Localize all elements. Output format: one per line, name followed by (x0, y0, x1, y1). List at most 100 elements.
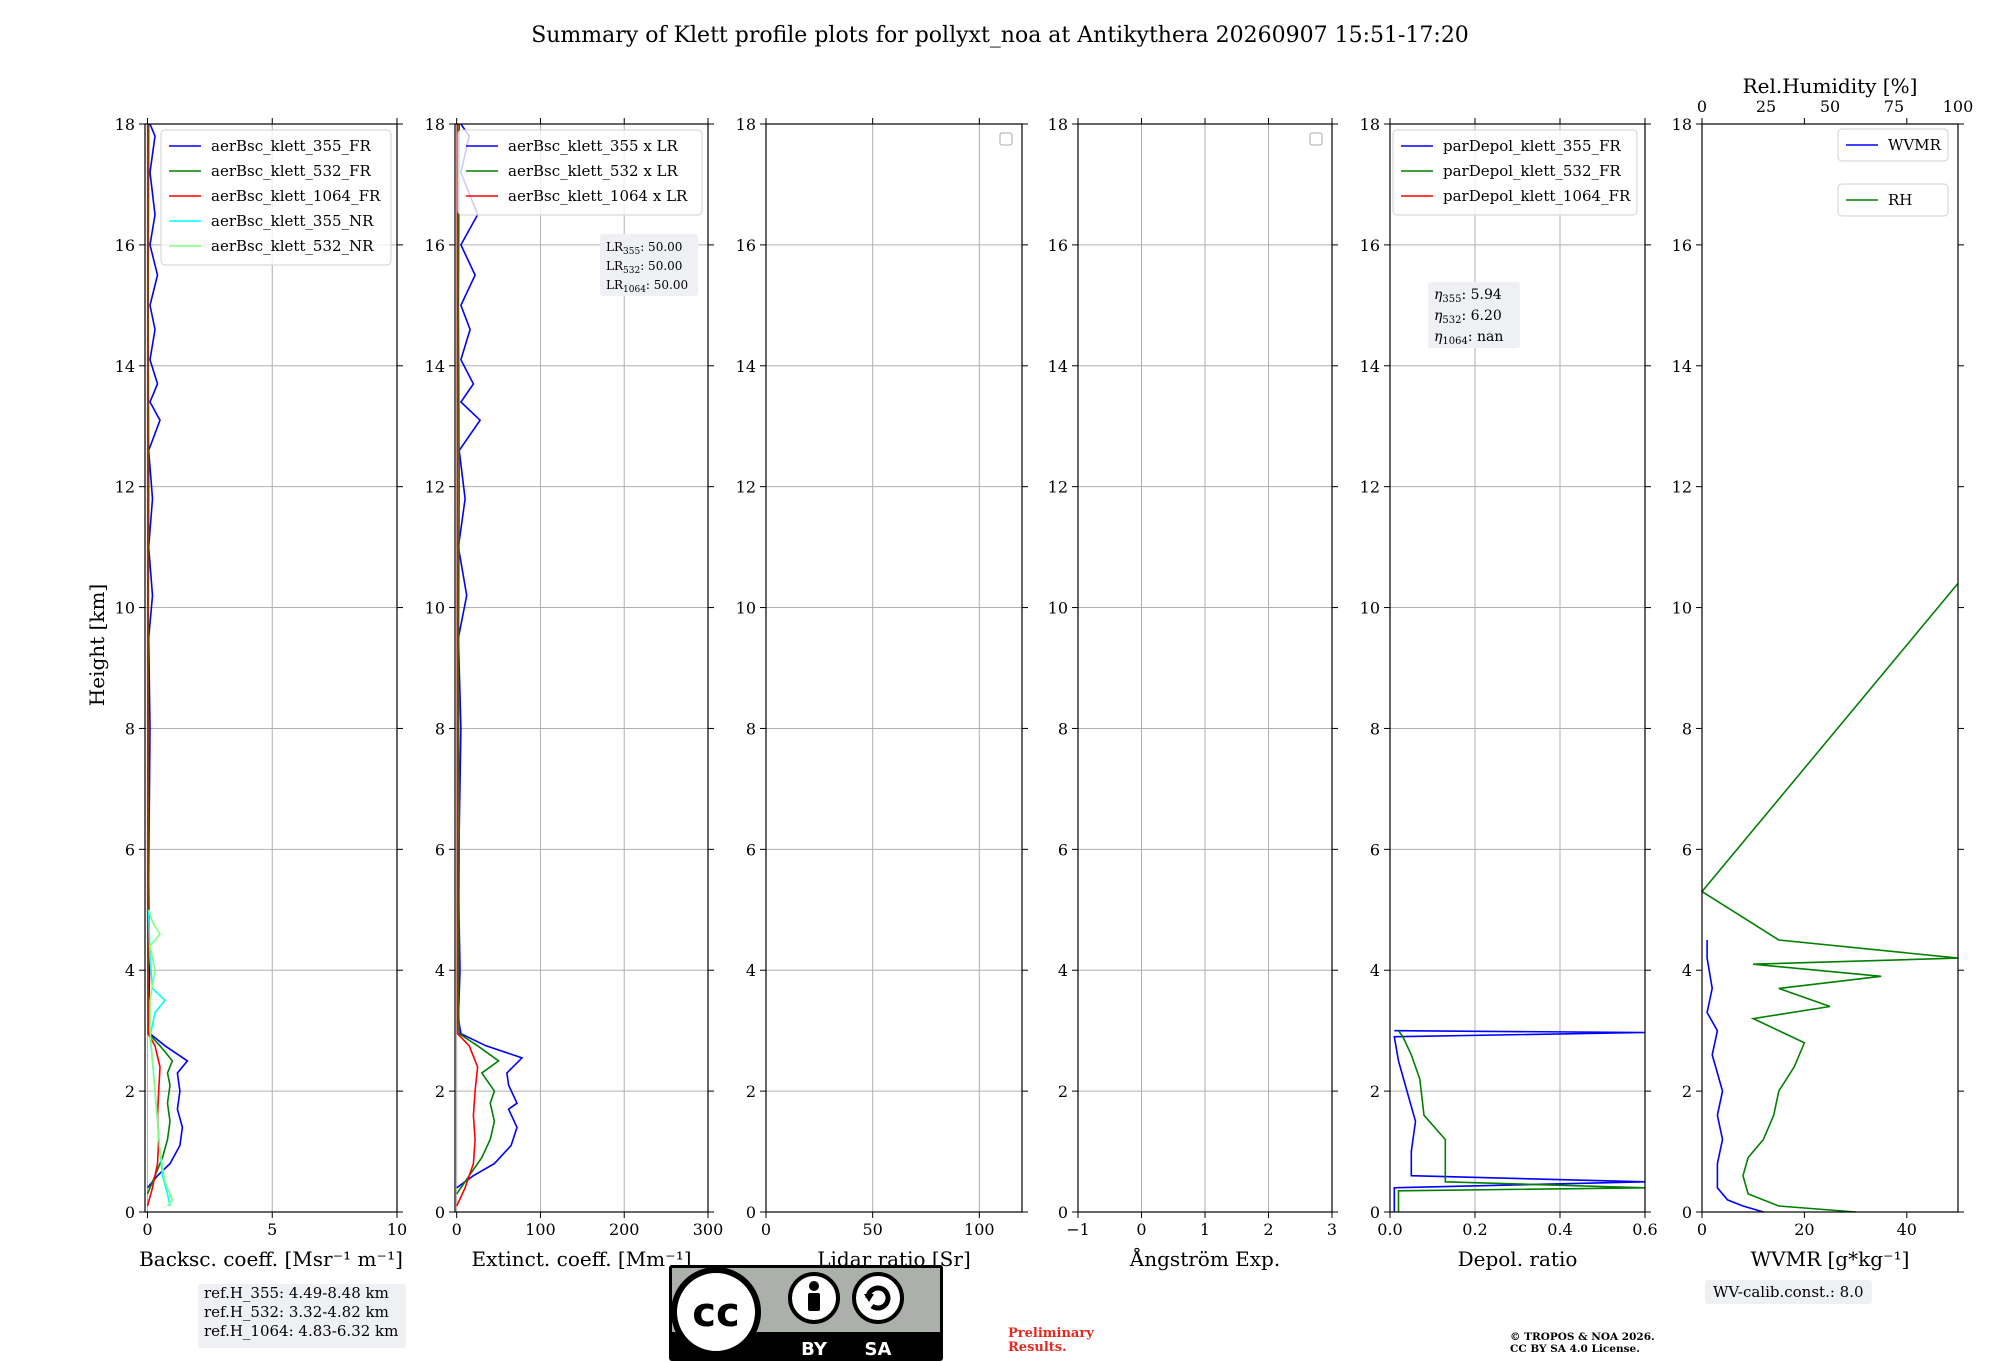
legend-label: parDepol_klett_532_FR (1443, 162, 1621, 180)
preliminary-line-2: Results. (1008, 1340, 1067, 1355)
cc-license-badge: cc BY SA (669, 1265, 943, 1361)
y-tick-label: 10 (115, 599, 135, 618)
legend-label: WVMR (1888, 136, 1942, 154)
x-axis-label: WVMR [g*kg⁻¹] (1751, 1247, 1910, 1271)
x2-tick-label: 75 (1884, 97, 1904, 116)
series-line-parDepol_klett_532_FR (1397, 1030, 1646, 1212)
x-tick-label: 5 (267, 1220, 277, 1239)
ref-height-532: ref.H_532: 3.32-4.82 km (204, 1303, 389, 1321)
y-tick-label: 10 (736, 599, 756, 618)
legend-label: parDepol_klett_1064_FR (1443, 187, 1631, 205)
y-tick-label: 4 (1370, 961, 1380, 980)
series-line-WVMR (1706, 940, 1764, 1213)
x2-tick-label: 25 (1756, 97, 1776, 116)
y-tick-label: 6 (1370, 840, 1380, 859)
x-tick-label: 0 (761, 1220, 771, 1239)
y-tick-label: 10 (1048, 599, 1068, 618)
x-tick-label: 0.0 (1377, 1220, 1402, 1239)
y-tick-label: 14 (1048, 357, 1068, 376)
y-tick-label: 8 (125, 719, 135, 738)
series-line-aerBsc_klett_355 x LR (456, 123, 524, 1189)
y-tick-label: 18 (736, 115, 756, 134)
y-tick-label: 0 (125, 1203, 135, 1222)
preliminary-line-1: Preliminary (1008, 1326, 1094, 1341)
y-tick-label: 2 (1370, 1082, 1380, 1101)
x-tick-label: 0.6 (1632, 1220, 1657, 1239)
x2-tick-label: 0 (1697, 97, 1707, 116)
y-tick-label: 4 (125, 961, 135, 980)
legend-label: aerBsc_klett_355_FR (211, 137, 371, 155)
y-tick-label: 10 (425, 599, 445, 618)
y-tick-label: 0 (1682, 1203, 1692, 1222)
y-tick-label: 12 (115, 478, 135, 497)
y-tick-label: 16 (1360, 236, 1380, 255)
y-tick-label: 2 (435, 1082, 445, 1101)
y-tick-label: 8 (435, 719, 445, 738)
legend-label: RH (1888, 191, 1912, 209)
panels: 0 5 10024681012141618Backsc. coeff. [Msr⁻¹… (115, 74, 1974, 1271)
y-tick-label: 2 (746, 1082, 756, 1101)
y-tick-label: 14 (1672, 357, 1692, 376)
y-tick-label: 6 (435, 840, 445, 859)
y-tick-label: 12 (425, 478, 445, 497)
y-tick-label: 18 (115, 115, 135, 134)
y-tick-label: 14 (1360, 357, 1380, 376)
figure-title: Summary of Klett profile plots for polly… (531, 23, 1469, 48)
legend-label: aerBsc_klett_355 x LR (508, 137, 679, 155)
x-tick-label: 0 (142, 1220, 152, 1239)
legend-label: aerBsc_klett_532_NR (211, 237, 374, 255)
x-tick-label: 100 (964, 1220, 995, 1239)
y-tick-label: 8 (1370, 719, 1380, 738)
ref-height-1064: ref.H_1064: 4.83-6.32 km (204, 1322, 399, 1340)
x-tick-label: 0.2 (1462, 1220, 1487, 1239)
series-line-RH (1700, 582, 1959, 1213)
x2-tick-label: 50 (1820, 97, 1840, 116)
x-tick-label: −1 (1066, 1220, 1090, 1239)
y-tick-label: 2 (1058, 1082, 1068, 1101)
series-line-aerBsc_klett_355_FR (146, 123, 189, 1189)
y-tick-label: 18 (1048, 115, 1068, 134)
y-tick-label: 8 (1058, 719, 1068, 738)
x-tick-label: 2 (1263, 1220, 1273, 1239)
panel-2: 0 50 100024681012141618Lidar ratio [Sr] (736, 115, 1028, 1271)
y-tick-label: 6 (1058, 840, 1068, 859)
legend-label: aerBsc_klett_532 x LR (508, 162, 679, 180)
empty-legend-box (1309, 132, 1323, 146)
x-tick-label: 0 (1136, 1220, 1146, 1239)
y-tick-label: 6 (746, 840, 756, 859)
svg-text:cc: cc (692, 1290, 739, 1336)
y-tick-label: 4 (435, 961, 445, 980)
x-tick-label: 3 (1327, 1220, 1337, 1239)
legend-label: parDepol_klett_355_FR (1443, 137, 1621, 155)
y-tick-label: 6 (125, 840, 135, 859)
legend-label: aerBsc_klett_532_FR (211, 162, 371, 180)
x-tick-label: 50 (862, 1220, 882, 1239)
x-axis-label: Backsc. coeff. [Msr⁻¹ m⁻¹] (139, 1247, 403, 1271)
y-tick-label: 18 (1360, 115, 1380, 134)
y-tick-label: 18 (1672, 115, 1692, 134)
y-tick-label: 12 (1360, 478, 1380, 497)
empty-legend-box (999, 132, 1013, 146)
y-tick-label: 14 (736, 357, 756, 376)
x-axis-label: Ångström Exp. (1129, 1246, 1280, 1271)
x-tick-label: 0 (452, 1220, 462, 1239)
panel-5: 0 20 40 0 2 4 6 8 10 12 14 16 18 WVMR [g*kg⁻¹] 0 25 50 75… (1672, 74, 1974, 1271)
y-tick-label: 4 (746, 961, 756, 980)
x-tick-label: 10 (387, 1220, 407, 1239)
y-tick-label: 4 (1058, 961, 1068, 980)
x-axis-label: Depol. ratio (1458, 1247, 1578, 1271)
axes-frame (1701, 123, 1959, 1213)
y-tick-label: 4 (1682, 961, 1692, 980)
y-tick-label: 0 (435, 1203, 445, 1222)
legend-label: aerBsc_klett_355_NR (211, 212, 374, 230)
by-label: BY (801, 1339, 828, 1360)
y-tick-label: 14 (425, 357, 445, 376)
wv-calib-constant: WV-calib.const.: 8.0 (1705, 1280, 1872, 1304)
x-tick-label: 300 (693, 1220, 724, 1239)
copyright-line-1: © TROPOS & NOA 2026. (1510, 1331, 1655, 1343)
y-tick-label: 18 (425, 115, 445, 134)
y-tick-label: 16 (425, 236, 445, 255)
y-tick-label: 0 (1370, 1203, 1380, 1222)
ref-height-box: ref.H_355: 4.49-8.48 km ref.H_532: 3.32-… (198, 1284, 406, 1348)
ref-height-355: ref.H_355: 4.49-8.48 km (204, 1284, 389, 1302)
